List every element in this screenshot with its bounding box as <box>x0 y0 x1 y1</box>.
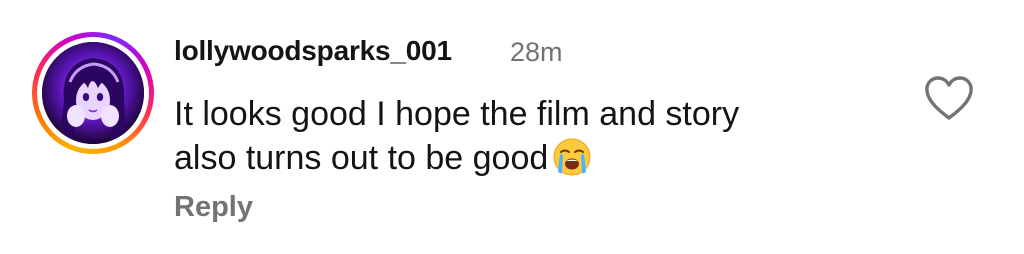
comment-text-line-2: also turns out to be good <box>174 136 874 180</box>
timestamp: 28m <box>510 37 563 67</box>
heart-outline-icon <box>925 76 973 120</box>
comment-text-line: It looks good I hope the film and story <box>174 95 740 133</box>
comment-item: lollywoodsparks_001 28m It looks good I … <box>0 0 1024 254</box>
avatar-story-ring[interactable] <box>32 32 154 154</box>
comment-text-line: also turns out to be good <box>174 139 549 177</box>
reply-button[interactable]: Reply <box>174 191 253 224</box>
avatar-illustration <box>42 42 144 144</box>
comment-text: It looks good I hope the film and story … <box>174 92 874 180</box>
avatar[interactable] <box>42 42 144 144</box>
like-button[interactable] <box>922 74 976 122</box>
username[interactable]: lollywoodsparks_001 <box>174 35 452 67</box>
loudly-crying-face-icon <box>553 138 591 176</box>
